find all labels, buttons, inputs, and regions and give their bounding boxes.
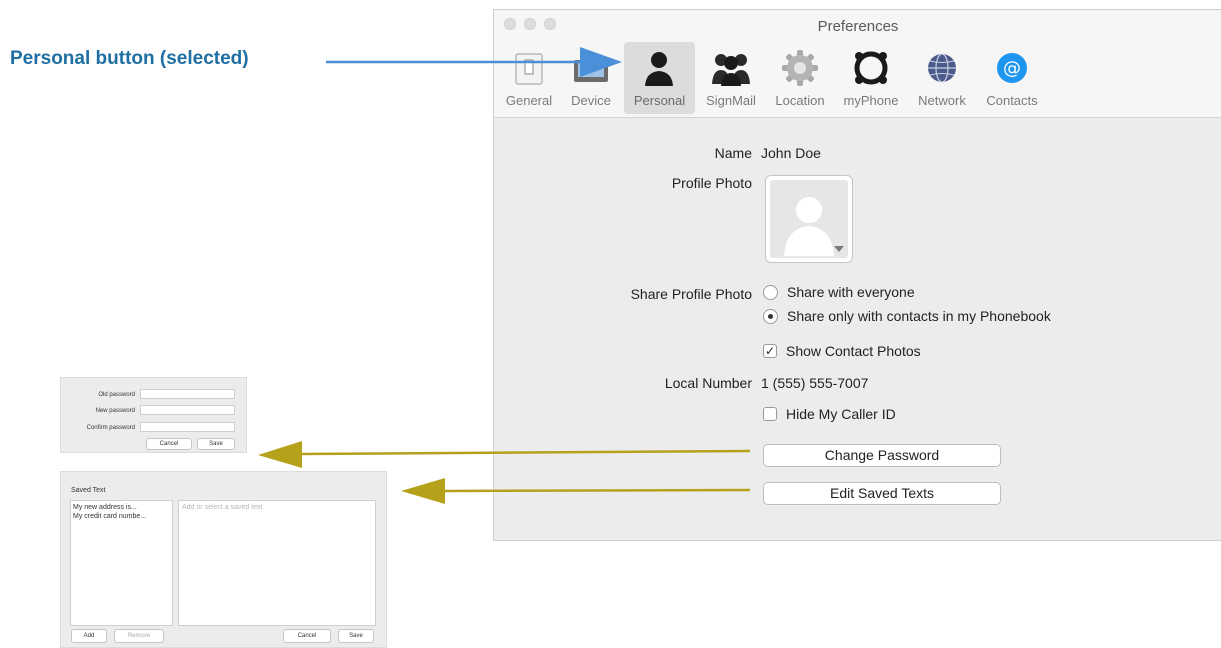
name-value: John Doe xyxy=(761,145,821,161)
saved-text-placeholder: Add or select a saved text xyxy=(182,504,263,511)
preferences-window: Preferences General Device Personal Sign… xyxy=(493,9,1221,541)
new-password-field[interactable] xyxy=(140,405,235,415)
device-icon xyxy=(574,60,608,82)
password-cancel-button[interactable]: Cancel xyxy=(146,438,192,450)
list-item[interactable]: My new address is... xyxy=(73,504,137,511)
profile-photo-well[interactable] xyxy=(765,175,853,263)
hide-caller-id-label: Hide My Caller ID xyxy=(786,406,896,422)
add-text-button[interactable]: Add xyxy=(71,629,107,643)
share-profile-photo-label: Share Profile Photo xyxy=(630,286,752,302)
share-everyone-radio[interactable] xyxy=(763,285,778,300)
tab-device[interactable]: Device xyxy=(562,42,620,114)
saved-text-editor[interactable]: Add or select a saved text xyxy=(178,500,376,626)
list-item[interactable]: My credit card numbe... xyxy=(73,513,146,520)
password-dialog-thumbnail: Old password New password Confirm passwo… xyxy=(60,377,247,453)
show-contact-photos-label: Show Contact Photos xyxy=(786,343,921,359)
myphone-icon xyxy=(854,51,888,85)
confirm-password-label: Confirm password xyxy=(86,425,135,431)
share-contacts-radio[interactable] xyxy=(763,309,778,324)
preferences-toolbar: Preferences General Device Personal Sign… xyxy=(494,10,1221,118)
window-title: Preferences xyxy=(817,18,899,35)
tab-network[interactable]: Network xyxy=(909,42,975,114)
tab-contacts[interactable]: @ Contacts xyxy=(979,42,1045,114)
change-password-button[interactable]: Change Password xyxy=(763,444,1001,467)
tab-signmail[interactable]: SignMail xyxy=(699,42,763,114)
name-label: Name xyxy=(714,145,752,161)
new-password-label: New password xyxy=(95,408,135,414)
show-contact-photos-checkbox[interactable]: ✓ xyxy=(763,344,777,358)
remove-text-button[interactable]: Remove xyxy=(114,629,164,643)
old-password-label: Old password xyxy=(98,392,135,398)
share-everyone-label: Share with everyone xyxy=(787,284,915,300)
at-icon: @ xyxy=(997,53,1027,83)
group-icon xyxy=(712,54,750,86)
hide-caller-id-checkbox[interactable] xyxy=(763,407,777,421)
saved-text-title: Saved Text xyxy=(71,487,106,494)
saved-text-save-button[interactable]: Save xyxy=(338,629,374,643)
tab-location[interactable]: Location xyxy=(767,42,833,114)
tab-myphone[interactable]: myPhone xyxy=(837,42,905,114)
avatar-placeholder-icon xyxy=(784,197,844,256)
old-password-field[interactable] xyxy=(140,389,235,399)
general-icon xyxy=(515,53,543,85)
saved-text-list[interactable]: My new address is... My credit card numb… xyxy=(70,500,173,626)
local-number-value: 1 (555) 555-7007 xyxy=(761,375,869,391)
password-save-button[interactable]: Save xyxy=(197,438,235,450)
confirm-password-field[interactable] xyxy=(140,422,235,432)
share-contacts-label: Share only with contacts in my Phonebook xyxy=(787,308,1051,324)
callout-personal-label: Personal button (selected) xyxy=(10,48,249,69)
person-icon xyxy=(645,52,673,86)
saved-text-dialog-thumbnail: Saved Text My new address is... My credi… xyxy=(60,471,387,648)
saved-text-cancel-button[interactable]: Cancel xyxy=(283,629,331,643)
svg-text:@: @ xyxy=(1003,58,1021,79)
edit-saved-texts-button[interactable]: Edit Saved Texts xyxy=(763,482,1001,505)
tab-general[interactable]: General xyxy=(500,42,558,114)
local-number-label: Local Number xyxy=(664,375,752,391)
tab-personal[interactable]: Personal xyxy=(624,42,695,114)
gear-icon xyxy=(782,50,818,86)
profile-photo-label: Profile Photo xyxy=(671,175,752,191)
globe-icon xyxy=(928,53,956,83)
